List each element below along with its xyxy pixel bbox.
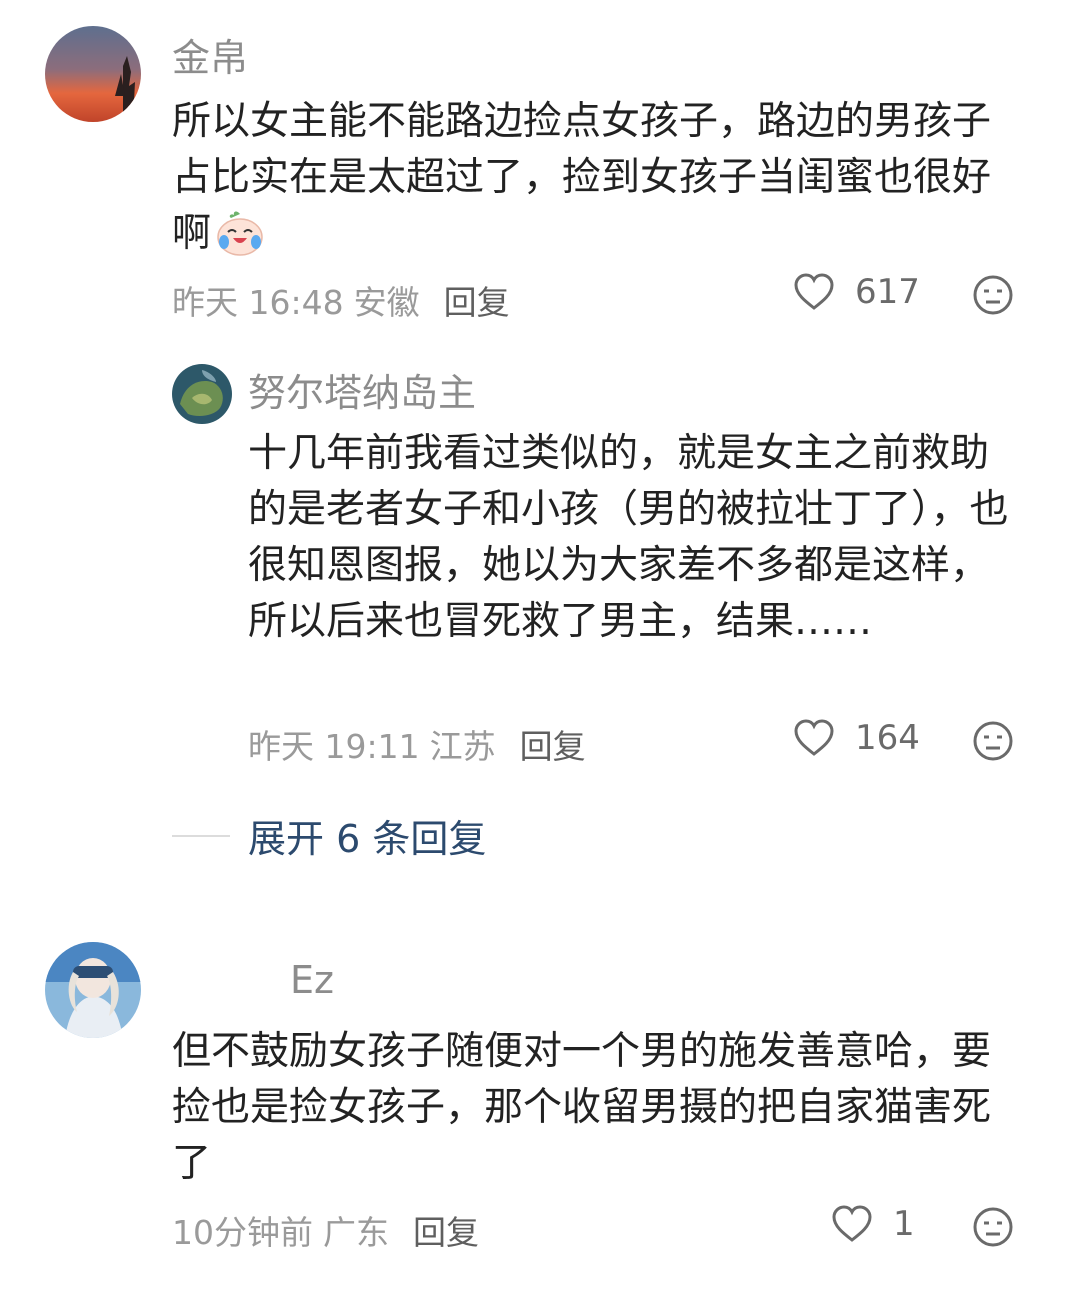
dislike-button[interactable] [972, 1206, 1014, 1252]
like-button[interactable]: 164 [793, 718, 920, 758]
expand-replies-button[interactable]: 展开 6 条回复 [172, 808, 486, 863]
comment-text: 所以女主能不能路边捡点女孩子，路边的男孩子占比实在是太超过了，捡到女孩子当闺蜜也… [172, 94, 1017, 272]
avatar[interactable] [45, 942, 141, 1038]
username[interactable]: 金帛 [172, 27, 248, 82]
comment-text: 但不鼓励女孩子随便对一个男的施发善意哈，要捡也是捡女孩子，那个收留男摄的把自家猫… [172, 1029, 992, 1186]
neutral-face-icon [973, 275, 1013, 315]
reply-button[interactable]: 回复 [413, 1213, 479, 1252]
timestamp: 昨天 16:48 [172, 283, 344, 322]
like-button[interactable]: 1 [831, 1204, 915, 1244]
reply-avatar[interactable] [172, 364, 232, 424]
reply-text: 十几年前我看过类似的，就是女主之前救助的是老者女子和小孩（男的被拉壮丁了），也很… [248, 431, 1009, 644]
neutral-face-icon [973, 721, 1013, 761]
dislike-button[interactable] [972, 274, 1014, 320]
location: 江苏 [429, 727, 496, 766]
like-count: 164 [855, 718, 920, 758]
reply-button[interactable]: 回复 [520, 727, 586, 766]
username[interactable]: Ez [290, 958, 334, 1002]
neutral-face-icon [973, 1207, 1013, 1247]
heart-outline-icon [794, 719, 834, 756]
avatar[interactable] [45, 26, 141, 122]
like-count: 1 [893, 1204, 915, 1244]
heart-outline-icon [794, 273, 834, 310]
timestamp: 10分钟前 [172, 1213, 313, 1252]
comment-meta: 昨天 16:48 安徽 回复 [172, 276, 520, 324]
location: 安徽 [353, 283, 420, 322]
reply-button[interactable]: 回复 [444, 283, 510, 322]
like-count: 617 [855, 272, 920, 312]
comment-meta: 10分钟前 广东 回复 [172, 1206, 489, 1254]
dislike-button[interactable] [972, 720, 1014, 766]
location: 广东 [323, 1213, 389, 1252]
like-button[interactable]: 617 [793, 272, 920, 312]
crying-laughing-peach-emoji [215, 210, 265, 272]
expand-replies-label: 展开 6 条回复 [248, 817, 487, 861]
divider [172, 834, 230, 837]
comment-text-content: 所以女主能不能路边捡点女孩子，路边的男孩子占比实在是太超过了，捡到女孩子当闺蜜也… [172, 99, 992, 256]
timestamp: 昨天 19:11 [248, 727, 420, 766]
reply-username[interactable]: 努尔塔纳岛主 [248, 362, 476, 417]
heart-outline-icon [832, 1205, 872, 1242]
reply-meta: 昨天 19:11 江苏 回复 [248, 720, 596, 768]
